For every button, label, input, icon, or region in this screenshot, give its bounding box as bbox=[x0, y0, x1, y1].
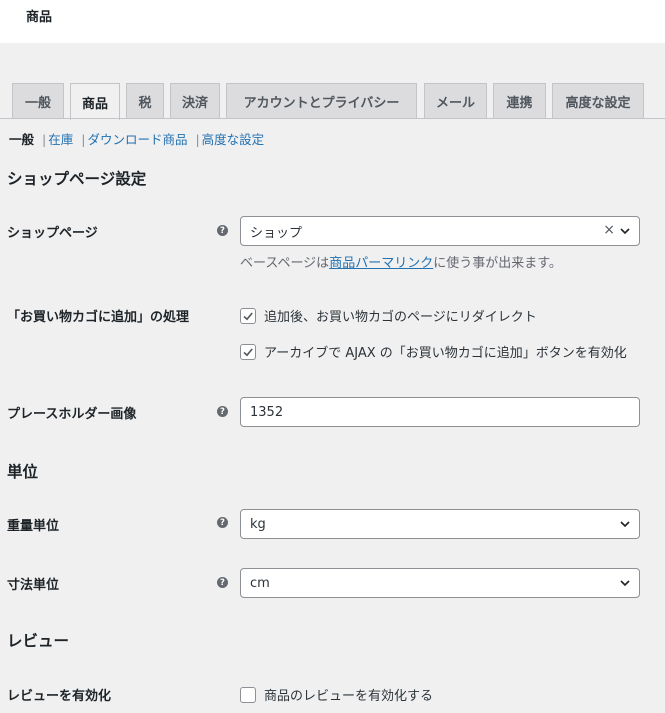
shop-page-description: ベースページは商品パーマリンクに使う事が出来ます。 bbox=[240, 252, 562, 271]
help-icon[interactable]: ? bbox=[217, 517, 228, 528]
redirect-to-cart-option[interactable]: 追加後、お買い物カゴのページにリダイレクト bbox=[240, 306, 537, 325]
placeholder-image-input[interactable]: 1352 bbox=[240, 397, 640, 427]
enable-reviews-option-label: 商品のレビューを有効化する bbox=[264, 689, 434, 704]
chevron-down-icon bbox=[620, 228, 630, 235]
section-heading-units: 単位 bbox=[7, 463, 39, 481]
page-title: 商品 bbox=[26, 10, 53, 25]
subnav-separator: | bbox=[42, 132, 47, 147]
chevron-down-icon bbox=[620, 521, 630, 528]
shop-page-value: ショップ bbox=[250, 225, 303, 241]
ajax-checkbox[interactable] bbox=[240, 343, 256, 360]
help-icon[interactable]: ? bbox=[217, 406, 228, 417]
placeholder-image-label: プレースホルダー画像 bbox=[7, 407, 137, 422]
tab-label: 連携 bbox=[506, 96, 533, 111]
tab-integration[interactable]: 連携 bbox=[493, 83, 546, 119]
enable-reviews-checkbox[interactable] bbox=[240, 686, 256, 703]
dimension-unit-value: cm bbox=[250, 575, 270, 591]
weight-unit-label: 重量単位 bbox=[7, 519, 60, 534]
clear-x-icon[interactable]: × bbox=[603, 222, 615, 238]
tab-label: アカウントとプライバシー bbox=[243, 96, 400, 111]
ajax-add-to-cart-option[interactable]: アーカイブで AJAX の「お買い物カゴに追加」ボタンを有効化 bbox=[240, 342, 627, 361]
subnav-link-advanced[interactable]: 高度な設定 bbox=[202, 132, 265, 147]
shop-page-label: ショップページ bbox=[7, 226, 98, 241]
dimension-unit-label: 寸法単位 bbox=[7, 578, 60, 593]
tab-tax[interactable]: 税 bbox=[126, 83, 164, 119]
tab-advanced[interactable]: 高度な設定 bbox=[552, 83, 644, 119]
tab-payments[interactable]: 決済 bbox=[170, 83, 220, 119]
ajax-option-label: アーカイブで AJAX の「お買い物カゴに追加」ボタンを有効化 bbox=[264, 346, 627, 361]
tab-general[interactable]: 一般 bbox=[12, 83, 64, 119]
desc-prefix: ベースページは bbox=[240, 256, 330, 271]
enable-reviews-label: レビューを有効化 bbox=[7, 689, 112, 704]
weight-unit-select[interactable]: kg bbox=[240, 509, 640, 539]
subnav-separator: | bbox=[81, 132, 86, 147]
subnav-link-downloadable[interactable]: ダウンロード商品 bbox=[87, 132, 187, 147]
tab-label: 一般 bbox=[24, 96, 51, 111]
section-heading-reviews: レビュー bbox=[7, 632, 70, 650]
dimension-unit-select[interactable]: cm bbox=[240, 568, 640, 598]
help-icon[interactable]: ? bbox=[217, 577, 228, 588]
desc-suffix: に使う事が出来ます。 bbox=[433, 256, 562, 271]
subnav-link-inventory[interactable]: 在庫 bbox=[48, 132, 73, 147]
redirect-option-label: 追加後、お買い物カゴのページにリダイレクト bbox=[264, 310, 537, 325]
placeholder-image-value: 1352 bbox=[250, 404, 284, 420]
subsection-nav: 一般 | 在庫 | ダウンロード商品 | 高度な設定 bbox=[9, 129, 264, 148]
permalink-link[interactable]: 商品パーマリンク bbox=[329, 256, 433, 271]
top-header: 商品 bbox=[0, 0, 665, 43]
shop-page-select[interactable]: ショップ × bbox=[240, 216, 640, 246]
tab-label: 商品 bbox=[81, 96, 108, 112]
chevron-down-icon bbox=[620, 580, 630, 587]
tab-label: 決済 bbox=[181, 96, 208, 111]
subnav-separator: | bbox=[195, 132, 200, 147]
checkmark-icon bbox=[243, 311, 253, 320]
tab-products[interactable]: 商品 bbox=[70, 83, 120, 120]
tab-divider bbox=[0, 118, 665, 119]
tab-accounts-privacy[interactable]: アカウントとプライバシー bbox=[226, 83, 417, 119]
enable-reviews-option[interactable]: 商品のレビューを有効化する bbox=[240, 685, 433, 704]
weight-unit-value: kg bbox=[250, 516, 266, 532]
tab-label: メール bbox=[435, 96, 475, 111]
tab-email[interactable]: メール bbox=[424, 83, 487, 119]
tab-label: 高度な設定 bbox=[565, 96, 631, 111]
redirect-checkbox[interactable] bbox=[240, 307, 256, 324]
tab-label: 税 bbox=[138, 96, 152, 111]
checkmark-icon bbox=[243, 347, 253, 356]
subnav-current: 一般 bbox=[9, 132, 35, 147]
add-to-cart-label: 「お買い物カゴに追加」の処理 bbox=[7, 310, 190, 325]
help-icon[interactable]: ? bbox=[217, 225, 228, 236]
section-heading-shop-page: ショップページ設定 bbox=[7, 170, 147, 188]
